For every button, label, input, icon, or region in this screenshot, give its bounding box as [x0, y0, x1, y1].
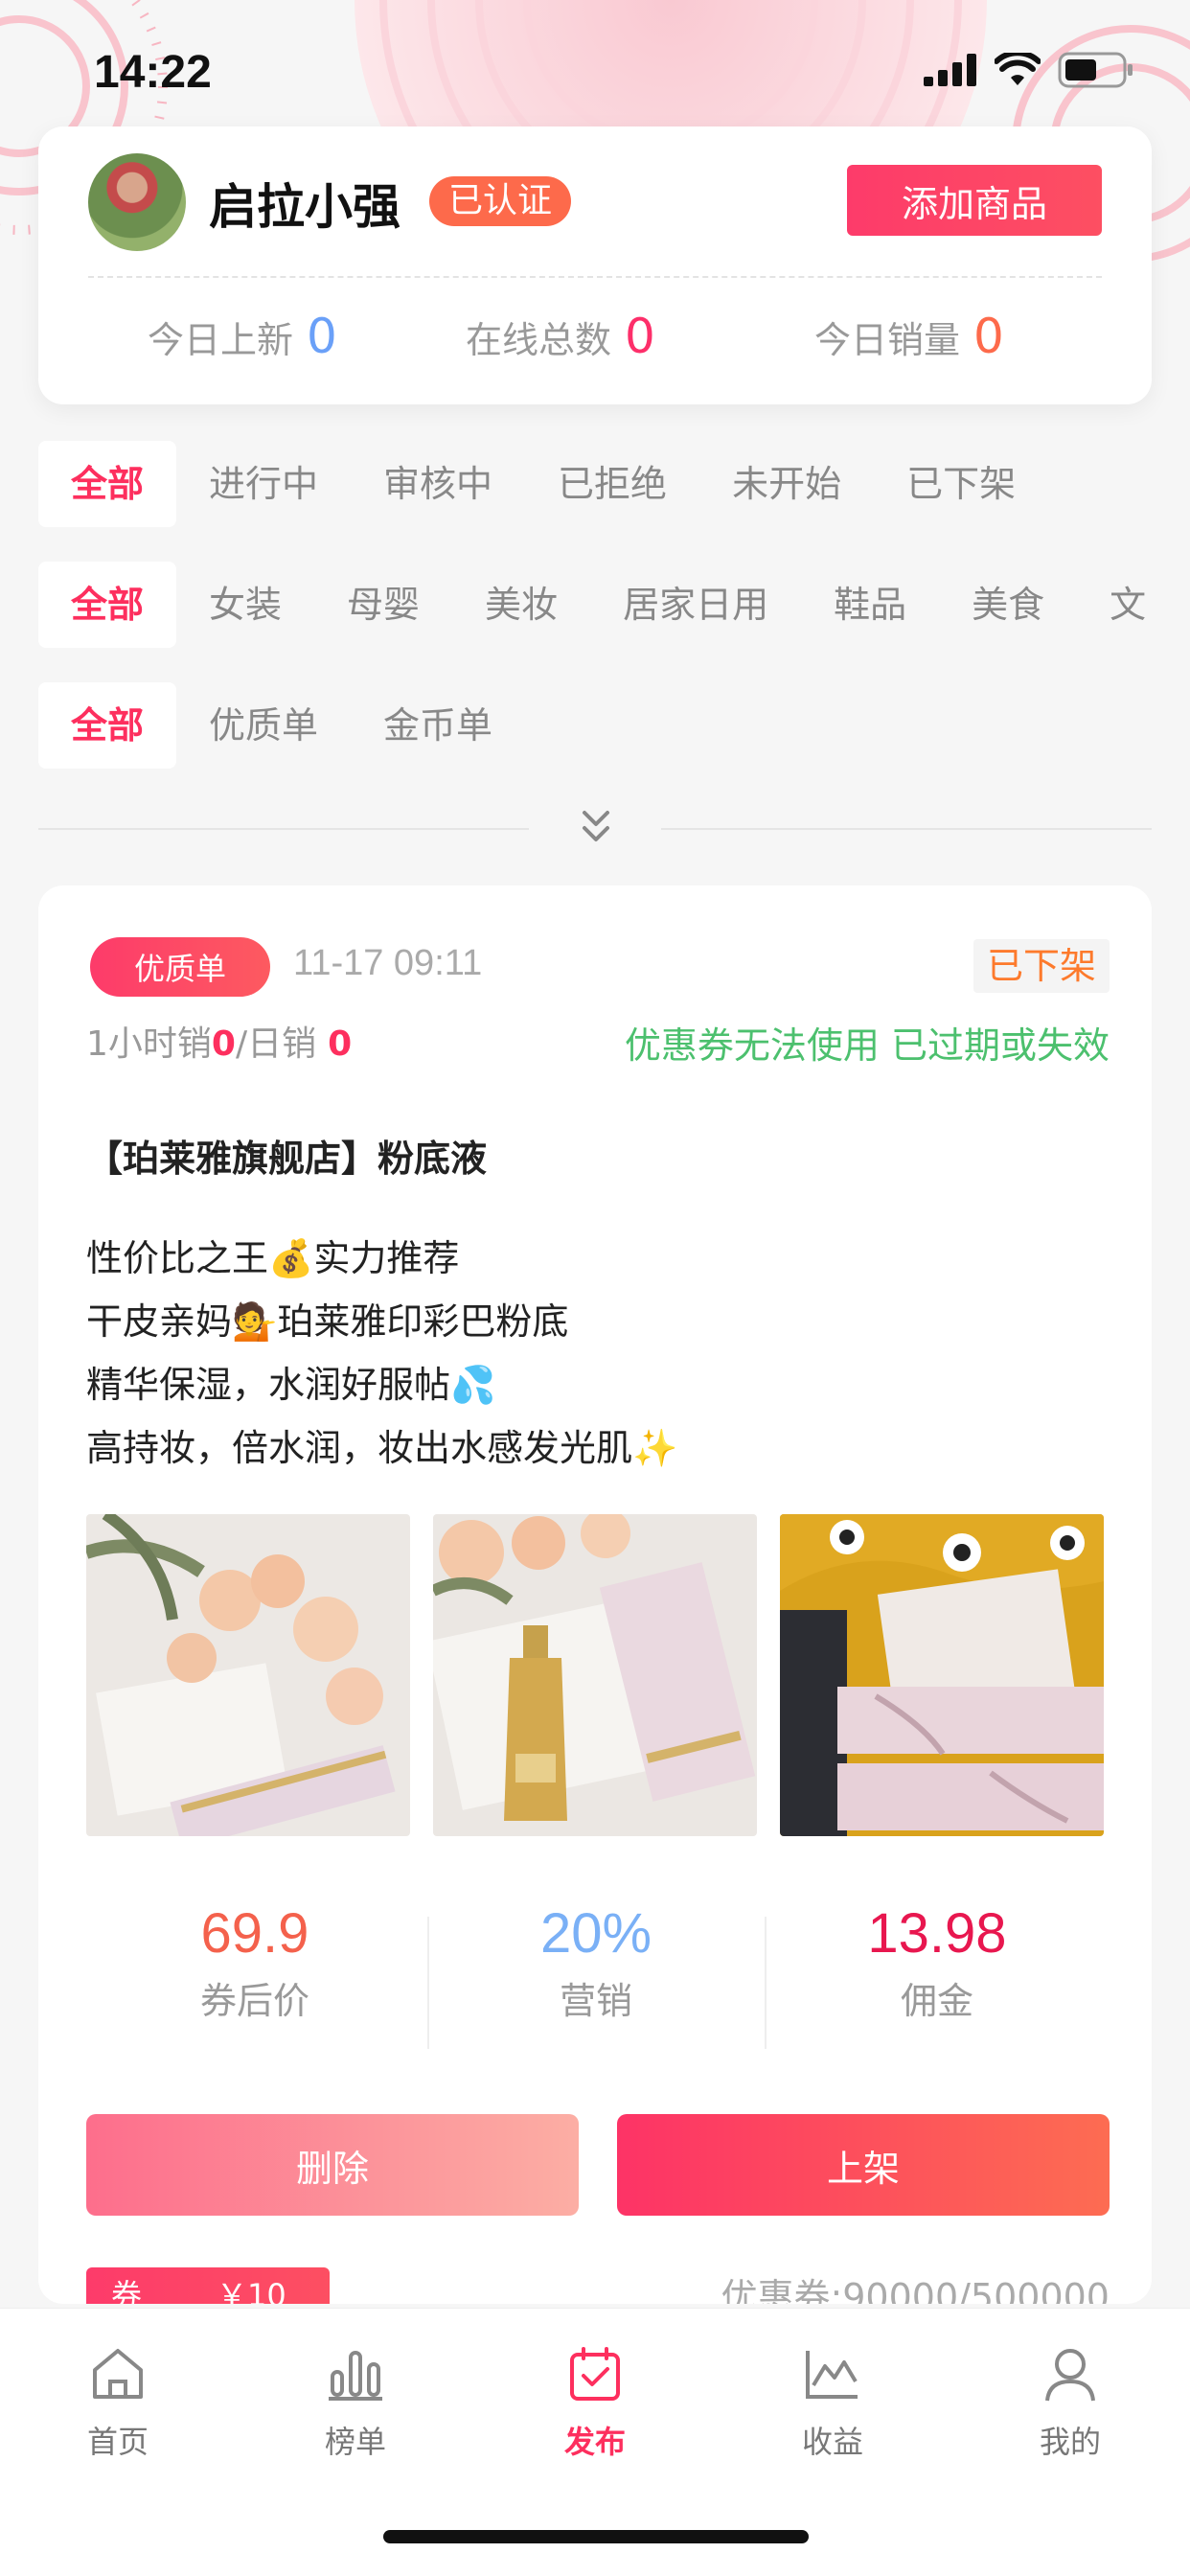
filter-type-coin[interactable]: 金币单	[351, 682, 525, 769]
status-time: 14:22	[94, 47, 212, 98]
category-filter: 全部 女装 母婴 美妆 居家日用 鞋品 美食 文	[38, 562, 1190, 648]
filter-category-all[interactable]: 全部	[38, 562, 177, 648]
tab-label: 发布	[563, 2424, 626, 2460]
filter-status-active[interactable]: 进行中	[176, 441, 351, 527]
tab-ranking[interactable]: 榜单	[284, 2343, 427, 2462]
product-description: 性价比之王💰实力推荐 干皮亲妈💁珀莱雅印彩巴粉底 精华保湿，水润好服帖💦 高持妆…	[86, 1227, 677, 1480]
metric-value: 20%	[539, 1902, 652, 1965]
tab-home[interactable]: 首页	[46, 2343, 190, 2462]
tab-profile[interactable]: 我的	[998, 2343, 1142, 2462]
description-line: 干皮亲妈💁珀莱雅印彩巴粉底	[86, 1300, 569, 1343]
battery-icon	[1058, 52, 1133, 88]
metric-label: 券后价	[199, 1980, 309, 2022]
filter-status-not-started[interactable]: 未开始	[699, 441, 874, 527]
metric-separator	[765, 1917, 767, 2049]
tab-label: 首页	[86, 2424, 149, 2460]
home-indicator[interactable]	[383, 2530, 809, 2543]
stat-today-sales: 今日销量 0	[814, 309, 1004, 364]
status-filter: 全部 进行中 审核中 已拒绝 未开始 已下架	[38, 441, 1048, 527]
sales-separator: /	[235, 1024, 248, 1064]
profile-icon	[1045, 2349, 1095, 2402]
stat-value: 0	[973, 309, 1004, 364]
tab-earnings[interactable]: 收益	[761, 2343, 904, 2462]
ranking-icon	[329, 2351, 382, 2401]
filter-category-stationery[interactable]: 文	[1077, 562, 1179, 648]
metric-label: 佣金	[900, 1980, 973, 2022]
avatar[interactable]	[88, 153, 186, 251]
stat-label: 今日上新	[148, 319, 294, 361]
signal-icon	[924, 54, 976, 86]
status-badge: 已下架	[973, 939, 1110, 993]
filter-type-quality[interactable]: 优质单	[176, 682, 351, 769]
filter-category-beauty[interactable]: 美妆	[452, 562, 590, 648]
filter-category-home[interactable]: 居家日用	[590, 562, 801, 648]
filter-category-women[interactable]: 女装	[176, 562, 314, 648]
product-photo-1[interactable]	[86, 1514, 410, 1836]
home-icon	[93, 2349, 143, 2399]
list-button[interactable]: 上架	[617, 2114, 1110, 2216]
metric-value: 69.9	[200, 1902, 309, 1965]
tab-label: 收益	[801, 2424, 863, 2460]
stat-today-new: 今日上新 0	[148, 309, 337, 364]
stat-value: 0	[307, 309, 337, 364]
profile-card: 启拉小强 已认证 添加商品 今日上新 0 在线总数 0 今日销量 0	[38, 126, 1152, 404]
filter-category-shoes[interactable]: 鞋品	[801, 562, 939, 648]
quality-tag: 优质单	[90, 937, 270, 997]
metric-label: 营销	[559, 1980, 632, 2022]
chevron-double-down-icon[interactable]	[577, 805, 615, 853]
tab-label: 我的	[1039, 2424, 1101, 2460]
status-bar: 14:22	[0, 0, 1190, 134]
description-line: 高持妆，倍水润，妆出水感发光肌✨	[86, 1427, 678, 1469]
metric-value: 13.98	[867, 1902, 1007, 1965]
sales-stats: 1小时销0/日销 0	[86, 1016, 352, 1066]
stat-online-total: 在线总数 0	[466, 309, 655, 364]
description-line: 性价比之王💰实力推荐	[86, 1237, 460, 1279]
stat-label: 今日销量	[814, 319, 961, 361]
stat-label: 在线总数	[466, 319, 612, 361]
wifi-icon	[995, 53, 1041, 85]
coupon-count: 优惠券:90000/500000	[721, 2276, 1110, 2304]
username: 启拉小强	[209, 179, 400, 235]
filter-type-all[interactable]: 全部	[38, 682, 177, 769]
divider-line	[38, 828, 529, 830]
verified-badge: 已认证	[429, 176, 572, 226]
filter-status-delisted[interactable]: 已下架	[874, 441, 1048, 527]
add-product-button[interactable]: 添加商品	[847, 165, 1102, 236]
coupon-amount: ￥10	[217, 2277, 286, 2304]
delete-button[interactable]: 删除	[86, 2114, 579, 2216]
metric-marketing: 20% 营销	[443, 1901, 749, 2024]
daily-sales-value: 0	[328, 1024, 353, 1064]
profile-stats: 今日上新 0 在线总数 0 今日销量 0	[38, 309, 1152, 385]
divider-line	[661, 828, 1152, 830]
description-line: 精华保湿，水润好服帖💦	[86, 1364, 496, 1406]
dashed-divider	[88, 276, 1102, 278]
product-title: 【珀莱雅旗舰店】粉底液	[86, 1138, 488, 1180]
type-filter: 全部 优质单 金币单	[38, 682, 525, 769]
coupon-warning: 优惠券无法使用 已过期或失效	[624, 1024, 1110, 1067]
stat-value: 0	[625, 309, 655, 364]
metric-commission: 13.98 佣金	[784, 1901, 1090, 2024]
expand-filters[interactable]	[38, 805, 1152, 853]
metric-separator	[427, 1917, 429, 2049]
tab-label: 榜单	[324, 2424, 386, 2460]
tab-publish[interactable]: 发布	[523, 2343, 667, 2462]
filter-category-baby[interactable]: 母婴	[314, 562, 452, 648]
coupon-tag: 券 ￥10	[86, 2267, 330, 2304]
product-card: 优质单 11-17 09:11 已下架 1小时销0/日销 0 优惠券无法使用 已过…	[38, 886, 1152, 2304]
filter-status-all[interactable]: 全部	[38, 441, 177, 527]
item-time: 11-17 09:11	[293, 943, 483, 983]
product-metrics: 69.9 券后价 20% 营销 13.98 佣金	[86, 1901, 1102, 2049]
hourly-sales-label: 1小时销	[86, 1024, 212, 1064]
product-photo-2[interactable]	[433, 1514, 757, 1836]
earnings-icon	[806, 2351, 858, 2399]
hourly-sales-value: 0	[211, 1024, 236, 1064]
publish-icon	[570, 2347, 620, 2401]
filter-category-food[interactable]: 美食	[939, 562, 1077, 648]
coupon-label: 券	[111, 2277, 143, 2304]
metric-final-price: 69.9 券后价	[102, 1901, 408, 2024]
product-photo-3[interactable]	[780, 1514, 1104, 1836]
daily-sales-label: 日销	[247, 1024, 317, 1064]
filter-status-review[interactable]: 审核中	[351, 441, 525, 527]
filter-status-rejected[interactable]: 已拒绝	[525, 441, 699, 527]
